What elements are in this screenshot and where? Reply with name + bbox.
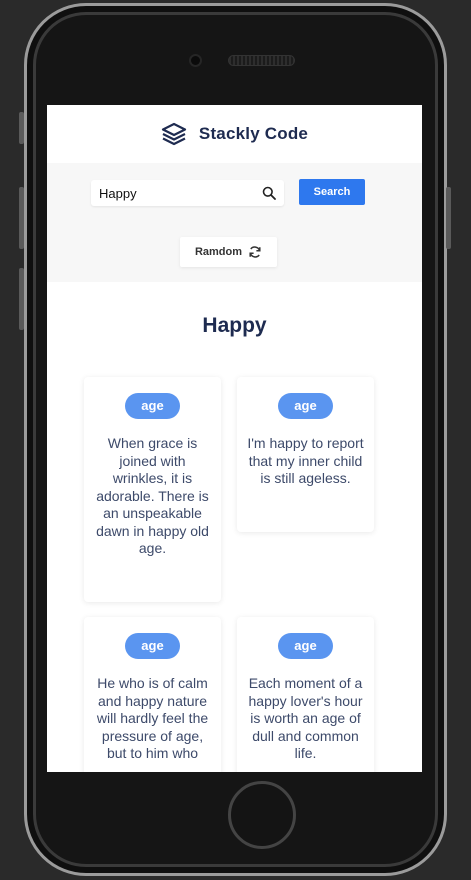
quote-tag[interactable]: age [125, 393, 180, 419]
quote-tag[interactable]: age [125, 633, 180, 659]
quote-text: He who is of calm and happy nature will … [96, 675, 209, 761]
quote-text: When grace is joined with wrinkles, it i… [96, 435, 209, 556]
front-camera [191, 56, 200, 65]
random-button-label: Ramdom [194, 246, 243, 258]
app-screen: Stackly Code Happy Search Ramdom Happy a… [47, 105, 422, 772]
search-input[interactable]: Happy [91, 180, 284, 206]
volume-down-button [19, 268, 24, 330]
quote-text: Each moment of a happy lover's hour is w… [248, 675, 363, 761]
brand-name: Stackly Code [198, 124, 309, 143]
quote-card: age When grace is joined with wrinkles, … [84, 377, 221, 602]
quote-card: age Each moment of a happy lover's hour … [237, 617, 374, 772]
quote-text: I'm happy to report that my inner child … [247, 435, 364, 486]
power-button [446, 187, 451, 249]
result-heading: Happy [202, 314, 267, 337]
layers-icon [161, 122, 187, 146]
search-input-value[interactable]: Happy [99, 186, 262, 201]
search-button[interactable]: Search [299, 179, 365, 205]
quote-card: age I'm happy to report that my inner ch… [237, 377, 374, 532]
refresh-icon [249, 246, 261, 258]
quote-tag[interactable]: age [278, 393, 333, 419]
earpiece-speaker [228, 55, 295, 66]
search-icon[interactable] [262, 186, 276, 200]
volume-up-button [19, 187, 24, 249]
app-header: Stackly Code [47, 105, 422, 163]
mute-switch [19, 112, 24, 144]
random-button[interactable]: Ramdom [180, 237, 277, 267]
quote-tag[interactable]: age [278, 633, 333, 659]
search-section: Happy Search Ramdom [47, 163, 422, 282]
quote-card: age He who is of calm and happy nature w… [84, 617, 221, 772]
home-button[interactable] [228, 781, 296, 849]
